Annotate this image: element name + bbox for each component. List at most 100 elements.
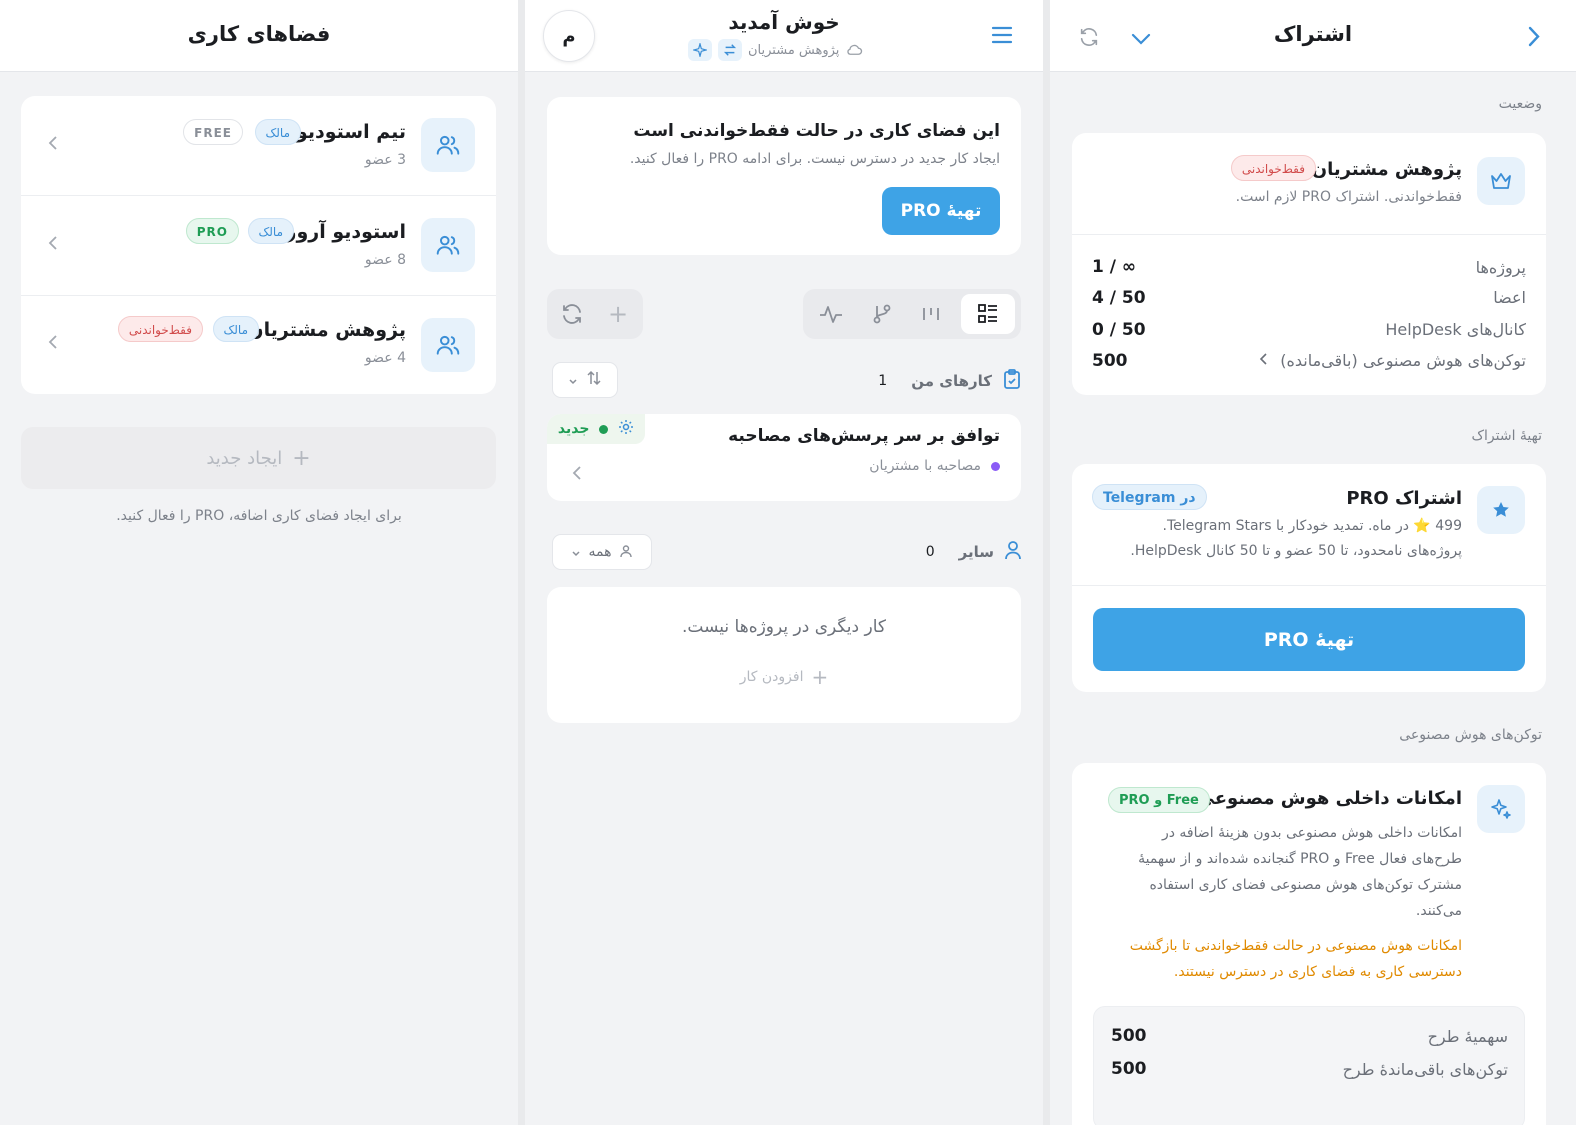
workspace-members: 8 عضو — [364, 252, 406, 268]
users-icon — [421, 118, 475, 172]
chevron-left-icon — [1259, 351, 1268, 370]
workspace-subtitle: پژوهش مشتریان — [748, 42, 840, 58]
add-task-label: افزودن کار — [739, 669, 804, 685]
plan-badge: PRO — [185, 218, 239, 244]
usage-label: کانال‌های HelpDesk — [1385, 320, 1526, 339]
filter-label: همه — [588, 544, 612, 560]
status-card: پژوهش مشتریان فقط‌خواندنی فقط‌خواندنی. ا… — [1072, 133, 1546, 395]
create-label: ایجاد جدید — [206, 447, 283, 469]
project-name: مصاحبه با مشتریان — [869, 458, 981, 474]
readonly-title: این فضای کاری در حالت فقط‌خواندنی است — [633, 121, 1000, 141]
home-header: م خوش آمدید پژوهش مشتریان — [525, 0, 1043, 72]
usage-value: 500 — [1092, 351, 1128, 371]
role-badge: مالک — [254, 119, 301, 145]
users-icon — [421, 218, 475, 272]
get-pro-button[interactable]: تهیهٔ PRO — [882, 187, 1000, 235]
chevron-down-icon — [571, 543, 581, 562]
usage-value: 0 / 50 — [1092, 320, 1146, 340]
quota-label: توکن‌های باقی‌ماندهٔ طرح — [1342, 1060, 1508, 1079]
workspace-status-desc: فقط‌خواندنی. اشتراک PRO لازم است. — [1235, 189, 1462, 205]
home-panel: م خوش آمدید پژوهش مشتریان این فضای کاری … — [525, 0, 1043, 1125]
others-header: سایر 0 — [926, 540, 1022, 564]
my-tasks-label: کارهای من — [911, 372, 992, 390]
status-badge: فقط‌خواندنی — [1230, 155, 1316, 181]
plan-badge: FREE — [183, 119, 243, 145]
subscription-header: اشتراک — [1050, 0, 1576, 72]
refresh-icon[interactable] — [560, 302, 584, 330]
sort-button[interactable] — [552, 362, 618, 398]
status-label: جدید — [557, 421, 590, 437]
pro-features: پروژه‌های نامحدود، تا 50 عضو و تا 50 کان… — [1130, 543, 1462, 559]
ai-tokens-row[interactable]: توکن‌های هوش مصنوعی (باقی‌مانده) — [1259, 351, 1526, 370]
sparkle-icon[interactable] — [688, 39, 712, 61]
workspace-switcher[interactable]: پژوهش مشتریان — [688, 39, 863, 61]
pro-price: 499 ⭐️ در ماه. تمدید خودکار با Telegram … — [1162, 518, 1462, 534]
role-badge: مالک — [247, 218, 294, 244]
section-status: وضعیت — [1498, 96, 1542, 112]
workspace-name: پژوهش مشتریان — [1311, 159, 1462, 180]
usage-value: 4 / 50 — [1092, 288, 1146, 308]
usage-label: توکن‌های هوش مصنوعی (باقی‌مانده) — [1280, 351, 1526, 370]
assignee-filter[interactable]: همه — [552, 534, 652, 570]
menu-icon[interactable] — [991, 26, 1013, 48]
workspaces-header: فضاهای کاری — [0, 0, 518, 72]
empty-text: کار دیگری در پروژه‌ها نیست. — [682, 617, 886, 637]
chevron-left-icon — [47, 234, 59, 256]
add-task-button[interactable]: افزودن کار + — [547, 665, 1021, 689]
chevron-right-icon[interactable] — [1527, 26, 1540, 51]
sparkle-icon — [1477, 785, 1525, 833]
workspace-item-aurora-studio[interactable]: استودیو آرورا 8 عضو مالک PRO — [21, 196, 496, 295]
workspace-item-customer-research[interactable]: پژوهش مشتریان 4 عضو مالک فقط‌خواندنی — [21, 296, 496, 394]
status-dot — [599, 424, 609, 434]
quota-box: سهمیهٔ طرح 500 توکن‌های باقی‌ماندهٔ طرح … — [1093, 1006, 1525, 1125]
swap-icon[interactable] — [718, 39, 742, 61]
workspace-name: استودیو آرورا — [279, 221, 406, 243]
divider — [1072, 585, 1546, 586]
workspace-members: 3 عضو — [364, 152, 406, 168]
task-card[interactable]: توافق بر سر پرسش‌های مصاحبه مصاحبه با مش… — [547, 414, 1021, 501]
section-ai-tokens: توکن‌های هوش مصنوعی — [1399, 727, 1542, 743]
star-icon — [1477, 486, 1525, 534]
list-view-icon[interactable] — [961, 294, 1015, 334]
others-count: 0 — [925, 544, 935, 560]
readonly-desc: ایجاد کار جدید در دسترس نیست. برای ادامه… — [629, 151, 1000, 167]
task-status: جدید — [547, 414, 645, 444]
activity-icon[interactable] — [819, 303, 843, 329]
chevron-left-icon — [571, 464, 583, 486]
board-view-icon[interactable] — [920, 303, 942, 329]
chevron-left-icon — [47, 134, 59, 156]
workspaces-panel: فضاهای کاری تیم استودیو 3 عضو مالک FREE … — [0, 0, 518, 1125]
page-title: فضاهای کاری — [187, 22, 331, 46]
role-badge: مالک — [212, 316, 259, 342]
get-pro-button[interactable]: تهیهٔ PRO — [1093, 608, 1525, 671]
quota-label: سهمیهٔ طرح — [1427, 1027, 1508, 1046]
create-hint: برای ایجاد فضای کاری اضافه، PRO را فعال … — [116, 508, 402, 524]
clipboard-icon — [1002, 368, 1022, 394]
task-actions: + — [547, 289, 643, 339]
readonly-banner: این فضای کاری در حالت فقط‌خواندنی است ای… — [547, 97, 1021, 255]
workspace-item-team-studio[interactable]: تیم استودیو 3 عضو مالک FREE — [21, 96, 496, 195]
create-workspace-button[interactable]: ایجاد جدید + — [21, 427, 496, 489]
section-get-subscription: تهیهٔ اشتراک — [1471, 428, 1542, 444]
usage-label: پروژه‌ها — [1475, 258, 1526, 277]
plus-icon[interactable]: + — [608, 302, 628, 326]
crown-icon — [1477, 157, 1525, 205]
plan-badge: فقط‌خواندنی — [117, 316, 203, 342]
empty-state: کار دیگری در پروژه‌ها نیست. افزودن کار + — [547, 587, 1021, 723]
ai-warning: امکانات هوش مصنوعی در حالت فقط‌خواندنی ت… — [1129, 938, 1462, 980]
branch-icon[interactable] — [871, 303, 893, 329]
workspace-name: تیم استودیو — [295, 121, 406, 143]
gear-icon[interactable] — [618, 419, 634, 439]
others-label: سایر — [958, 543, 994, 561]
sort-icon — [586, 370, 602, 390]
plus-icon: + — [811, 665, 829, 689]
project-dot — [991, 461, 1000, 471]
workspace-name: پژوهش مشتریان — [247, 319, 406, 341]
ai-title: امکانات داخلی هوش مصنوعی — [1196, 788, 1462, 809]
plus-icon: + — [292, 445, 311, 471]
divider — [1072, 234, 1546, 235]
page-title: اشتراک — [1273, 22, 1353, 46]
user-icon — [1004, 540, 1022, 564]
task-project: مصاحبه با مشتریان — [869, 458, 1000, 474]
usage-label: اعضا — [1493, 288, 1526, 307]
